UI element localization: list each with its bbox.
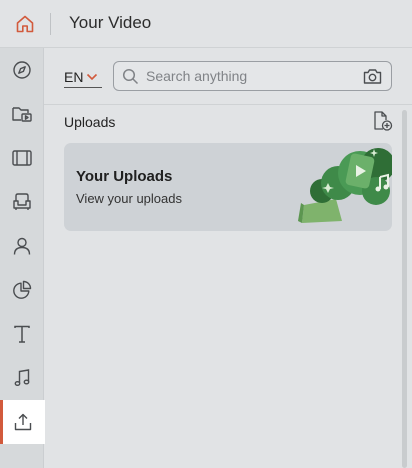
uploads-illustration (298, 148, 392, 223)
top-bar: Your Video (0, 0, 412, 48)
add-file-button[interactable] (372, 110, 394, 132)
search-input[interactable] (146, 67, 356, 85)
language-label: EN (64, 68, 84, 85)
sidebar-item-seating[interactable] (0, 180, 44, 224)
content-divider (44, 104, 412, 105)
film-icon (12, 150, 32, 166)
sidebar-item-media-library[interactable] (0, 92, 44, 136)
chevron-down-icon (87, 73, 98, 80)
sidebar-item-uploads[interactable] (0, 400, 45, 444)
home-button[interactable] (0, 0, 50, 48)
pie-chart-icon (13, 280, 32, 299)
sidebar-item-videos[interactable] (0, 136, 44, 180)
armchair-icon (13, 193, 31, 210)
sidebar-item-analytics[interactable] (0, 268, 44, 312)
search-icon (122, 68, 139, 85)
search-icon-wrapper (122, 68, 139, 90)
language-select[interactable]: EN (64, 66, 102, 88)
sidebar-item-text[interactable] (0, 312, 44, 356)
folder-video-icon (12, 107, 32, 122)
person-icon (13, 237, 31, 255)
sidebar-item-discover[interactable] (0, 48, 44, 92)
camera-search-button[interactable] (363, 68, 382, 90)
sidebar-item-profile[interactable] (0, 224, 44, 268)
card-title: Your Uploads (76, 168, 173, 185)
text-icon (14, 325, 30, 343)
search-bar[interactable] (113, 61, 392, 91)
card-subtitle: View your uploads (76, 191, 182, 206)
page-title: Your Video (69, 13, 152, 32)
sidebar (0, 48, 45, 468)
your-uploads-card[interactable]: Your Uploads View your uploads (64, 143, 392, 231)
sidebar-item-music[interactable] (0, 356, 44, 400)
file-add-icon (374, 111, 393, 131)
scrollbar[interactable] (402, 110, 407, 468)
upload-icon (14, 413, 31, 431)
header-divider (50, 13, 51, 35)
camera-icon (363, 69, 382, 84)
music-icon (14, 369, 30, 386)
home-icon (16, 15, 34, 33)
compass-icon (13, 61, 31, 79)
section-title: Uploads (64, 114, 116, 130)
